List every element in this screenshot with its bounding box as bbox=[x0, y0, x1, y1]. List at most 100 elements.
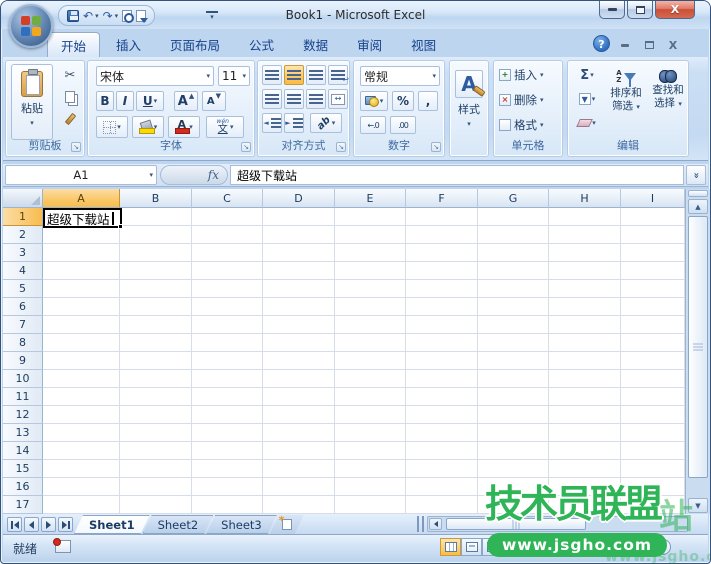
cell-d4[interactable] bbox=[263, 262, 335, 280]
vertical-scrollbar[interactable]: ▲ ▼ bbox=[685, 189, 710, 514]
cell-g1[interactable] bbox=[478, 208, 549, 226]
shrink-font-button[interactable]: A▼ bbox=[202, 91, 226, 111]
row-header-12[interactable]: 12 bbox=[3, 406, 43, 424]
help-button[interactable]: ? bbox=[593, 35, 610, 52]
row-header-6[interactable]: 6 bbox=[3, 298, 43, 316]
cell-c3[interactable] bbox=[192, 244, 263, 262]
underline-button[interactable]: U▾ bbox=[136, 91, 164, 111]
cell-f2[interactable] bbox=[406, 226, 478, 244]
cell-d5[interactable] bbox=[263, 280, 335, 298]
bold-button[interactable]: B bbox=[96, 91, 114, 111]
cell-h6[interactable] bbox=[549, 298, 621, 316]
row-header-1[interactable]: 1 bbox=[3, 208, 43, 226]
cell-i2[interactable] bbox=[621, 226, 685, 244]
cell-g7[interactable] bbox=[478, 316, 549, 334]
cell-d12[interactable] bbox=[263, 406, 335, 424]
cell-c11[interactable] bbox=[192, 388, 263, 406]
save-icon[interactable] bbox=[67, 10, 79, 22]
row-header-11[interactable]: 11 bbox=[3, 388, 43, 406]
cell-i6[interactable] bbox=[621, 298, 685, 316]
cell-f5[interactable] bbox=[406, 280, 478, 298]
cell-b5[interactable] bbox=[120, 280, 192, 298]
fill-handle[interactable] bbox=[118, 224, 123, 229]
sheet-tab-sheet1[interactable]: Sheet1 bbox=[74, 515, 150, 534]
cell-e8[interactable] bbox=[335, 334, 406, 352]
cell-h10[interactable] bbox=[549, 370, 621, 388]
cut-button[interactable]: ✂ bbox=[58, 66, 82, 84]
font-color-button[interactable]: A▾ bbox=[168, 116, 200, 138]
column-header-i[interactable]: I bbox=[621, 189, 685, 208]
cell-d7[interactable] bbox=[263, 316, 335, 334]
orientation-button[interactable]: ab▾ bbox=[310, 113, 342, 133]
cell-i7[interactable] bbox=[621, 316, 685, 334]
column-header-h[interactable]: H bbox=[549, 189, 621, 208]
office-button[interactable] bbox=[9, 4, 53, 48]
cell-b8[interactable] bbox=[120, 334, 192, 352]
row-header-13[interactable]: 13 bbox=[3, 424, 43, 442]
cell-h14[interactable] bbox=[549, 442, 621, 460]
sheet-tab-sheet2[interactable]: Sheet2 bbox=[143, 515, 214, 534]
cell-c15[interactable] bbox=[192, 460, 263, 478]
cell-e14[interactable] bbox=[335, 442, 406, 460]
number-format-combo[interactable]: 常规▾ bbox=[360, 66, 440, 86]
align-center-button[interactable] bbox=[284, 89, 304, 109]
cell-a13[interactable] bbox=[43, 424, 120, 442]
cell-a11[interactable] bbox=[43, 388, 120, 406]
cell-d1[interactable] bbox=[263, 208, 335, 226]
cell-e13[interactable] bbox=[335, 424, 406, 442]
cell-c5[interactable] bbox=[192, 280, 263, 298]
cell-h2[interactable] bbox=[549, 226, 621, 244]
page-layout-view-button[interactable] bbox=[461, 538, 482, 556]
italic-button[interactable]: I bbox=[116, 91, 134, 111]
cell-f6[interactable] bbox=[406, 298, 478, 316]
comma-style-button[interactable]: , bbox=[418, 91, 438, 111]
increase-indent-button[interactable]: ► bbox=[284, 113, 304, 133]
first-sheet-button[interactable] bbox=[7, 517, 22, 532]
minimize-button[interactable] bbox=[599, 1, 625, 19]
wrap-text-button[interactable]: ↩ bbox=[328, 65, 348, 85]
cell-e1[interactable] bbox=[335, 208, 406, 226]
paste-button[interactable]: 粘贴 ▾ bbox=[11, 64, 53, 140]
cell-i4[interactable] bbox=[621, 262, 685, 280]
cell-b3[interactable] bbox=[120, 244, 192, 262]
cell-d13[interactable] bbox=[263, 424, 335, 442]
column-header-d[interactable]: D bbox=[263, 189, 335, 208]
cell-a17[interactable] bbox=[43, 496, 120, 514]
cell-i12[interactable] bbox=[621, 406, 685, 424]
cell-f11[interactable] bbox=[406, 388, 478, 406]
last-sheet-button[interactable] bbox=[58, 517, 73, 532]
accounting-format-button[interactable]: ▾ bbox=[360, 91, 388, 111]
cell-g5[interactable] bbox=[478, 280, 549, 298]
column-header-a[interactable]: A bbox=[43, 189, 120, 208]
column-header-e[interactable]: E bbox=[335, 189, 406, 208]
cell-b12[interactable] bbox=[120, 406, 192, 424]
cell-e9[interactable] bbox=[335, 352, 406, 370]
expand-formula-bar-button[interactable]: » bbox=[686, 165, 706, 185]
tab-split-handle[interactable] bbox=[417, 516, 424, 532]
insert-cells-button[interactable]: +插入▾ bbox=[499, 67, 544, 83]
cell-g9[interactable] bbox=[478, 352, 549, 370]
undo-icon[interactable]: ↶ bbox=[83, 10, 93, 22]
cell-g14[interactable] bbox=[478, 442, 549, 460]
cell-f9[interactable] bbox=[406, 352, 478, 370]
copy-button[interactable] bbox=[58, 88, 82, 106]
cell-i14[interactable] bbox=[621, 442, 685, 460]
cell-g6[interactable] bbox=[478, 298, 549, 316]
vertical-split-handle[interactable] bbox=[688, 190, 708, 197]
cell-e5[interactable] bbox=[335, 280, 406, 298]
cell-a4[interactable] bbox=[43, 262, 120, 280]
cell-a6[interactable] bbox=[43, 298, 120, 316]
row-header-14[interactable]: 14 bbox=[3, 442, 43, 460]
cell-h9[interactable] bbox=[549, 352, 621, 370]
workbook-minimize-button[interactable] bbox=[615, 38, 635, 52]
ribbon-tab-data[interactable]: 数据 bbox=[290, 32, 341, 57]
cell-h12[interactable] bbox=[549, 406, 621, 424]
cell-a10[interactable] bbox=[43, 370, 120, 388]
cell-b16[interactable] bbox=[120, 478, 192, 496]
formula-input[interactable]: 超级下载站 bbox=[230, 165, 684, 185]
cell-h11[interactable] bbox=[549, 388, 621, 406]
restore-button[interactable] bbox=[627, 1, 653, 19]
active-cell-a1[interactable]: 超级下载站 bbox=[43, 208, 122, 228]
cell-d3[interactable] bbox=[263, 244, 335, 262]
cell-e12[interactable] bbox=[335, 406, 406, 424]
